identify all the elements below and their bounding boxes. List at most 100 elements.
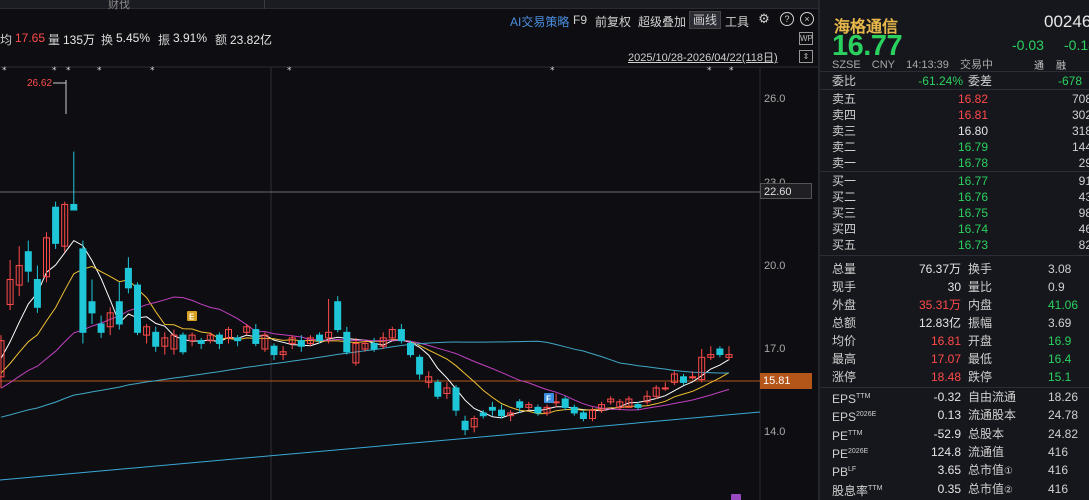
candle-down <box>24 251 32 272</box>
stat-row: 总额 12.83亿 振幅 3.69 <box>820 315 1089 331</box>
marker-e: E <box>189 313 195 322</box>
fundamental-row: EPSTTM -0.32 自由流通 18.26 <box>820 389 1089 406</box>
marker-f: F <box>546 395 551 404</box>
fundamental-superscript: LF <box>848 466 857 474</box>
candle-down <box>88 301 96 314</box>
bid-price: 16.77 <box>957 174 988 188</box>
candle-down <box>579 412 587 420</box>
candle-down <box>270 345 278 356</box>
price-tag-current-line: 15.81 <box>760 373 812 389</box>
bid-price: 16.76 <box>957 190 988 204</box>
bid-level-label: 买四 <box>832 222 857 236</box>
event-marker: * <box>2 66 7 76</box>
stat-label: 跌停 <box>968 370 993 384</box>
candle-down <box>416 356 424 375</box>
fundamental-label: PE2026E <box>832 446 869 461</box>
fundamental-value: 416 <box>1048 481 1069 496</box>
candlestick-plot[interactable]: * * * * * * * * *26.62EF <box>0 0 818 500</box>
bid-volume: 43 <box>1078 190 1089 204</box>
weicha-label: 委差 <box>968 74 993 88</box>
ask-price: 16.78 <box>957 156 988 170</box>
stat-value: 17.07 <box>930 352 961 366</box>
fundamental-label: 流通值 <box>968 444 1005 459</box>
event-marker: * <box>550 66 555 76</box>
stat-value: 35.31万 <box>918 298 961 312</box>
candle-down <box>134 284 141 333</box>
ask-volume: 318 <box>1071 124 1089 138</box>
weibi-row: 委比 -61.24% 委差 -678 <box>820 73 1089 89</box>
candle-down <box>488 406 496 411</box>
candle-down <box>461 420 469 431</box>
candle-down <box>33 279 41 308</box>
bid-volume: 82 <box>1078 238 1089 252</box>
candle-down <box>343 331 351 353</box>
fundamental-value: 3.65 <box>937 463 961 478</box>
divider <box>820 255 1089 256</box>
candle-down <box>124 267 132 289</box>
fundamental-label: 总市值① <box>968 463 1013 478</box>
fundamental-value: 0.13 <box>937 408 961 423</box>
stat-row: 现手 30 量比 0.9 <box>820 279 1089 295</box>
candle-down <box>297 340 305 347</box>
candle-down <box>498 409 505 417</box>
candle-up <box>661 387 669 390</box>
bid-volume: 46 <box>1078 222 1089 236</box>
stat-row: 涨停 18.48 跌停 15.1 <box>820 369 1089 385</box>
stat-label: 最低 <box>968 352 993 366</box>
fundamental-value: 416 <box>1048 463 1069 478</box>
candle-down <box>561 398 569 408</box>
quote-time: 14:13:39 <box>906 59 949 71</box>
stat-value: 16.81 <box>930 334 961 348</box>
candle-down <box>397 329 405 342</box>
fundamental-value: 0.35 <box>937 481 961 496</box>
candle-down <box>516 401 524 408</box>
fundamental-value: 24.82 <box>1048 426 1079 441</box>
info-circle-icon: ② <box>1004 484 1013 496</box>
bid-row: 买四 16.74 46 <box>820 221 1089 237</box>
bid-level-label: 买五 <box>832 238 857 252</box>
stat-value: 3.69 <box>1048 316 1072 330</box>
fundamental-label: 总股本 <box>968 426 1005 441</box>
candle-down <box>407 342 414 356</box>
kline-chart-panel[interactable]: 财伐 AI交易策略 F9 前复权 超级叠加 画线 工具 ⚙ ? × 均 17.6… <box>0 0 818 500</box>
candle-down <box>234 337 242 342</box>
bid-level-label: 买一 <box>832 174 857 188</box>
event-marker: * <box>287 66 292 76</box>
stat-label: 开盘 <box>968 334 993 348</box>
bid-volume: 98 <box>1078 206 1089 220</box>
stat-label: 内盘 <box>968 298 993 312</box>
ask-level-label: 卖二 <box>832 140 857 154</box>
stat-label: 现手 <box>832 280 857 294</box>
divider <box>820 71 1089 72</box>
stat-value: 15.1 <box>1048 370 1072 384</box>
fundamental-label: 流通股本 <box>968 408 1017 423</box>
stat-label: 均价 <box>832 334 857 348</box>
ask-row: 卖二 16.79 144 <box>820 139 1089 155</box>
fundamental-superscript: TTM <box>868 484 883 492</box>
fundamental-label: PBLF <box>832 465 857 480</box>
candle-down <box>434 381 442 397</box>
fundamental-value: 124.8 <box>930 444 961 459</box>
stat-label: 振幅 <box>968 316 993 330</box>
stat-label: 换手 <box>968 262 993 276</box>
bid-price: 16.74 <box>957 222 988 236</box>
quote-panel: 海格通信 00246 16.77 -0.03 -0.18 SZSE CNY 14… <box>818 0 1089 500</box>
candle-down <box>680 376 687 383</box>
bid-level-label: 买三 <box>832 206 857 220</box>
divider <box>820 89 1089 90</box>
event-marker: * <box>707 66 712 76</box>
fundamental-superscript: 2026E <box>848 447 869 455</box>
stat-label: 总额 <box>832 316 857 330</box>
ask-level-label: 卖四 <box>832 108 857 122</box>
fundamental-superscript: TTM <box>848 429 863 437</box>
candle-down <box>570 406 578 414</box>
divider <box>820 171 1089 172</box>
fundamental-row: PETTM -52.9 总股本 24.82 <box>820 426 1089 443</box>
trend-line <box>0 411 761 481</box>
fundamental-superscript: 2026E <box>856 411 877 419</box>
stat-value: 12.83亿 <box>918 316 961 330</box>
candle-down <box>215 334 223 344</box>
ask-level-label: 卖三 <box>832 124 857 138</box>
y-tick-20: 20.0 <box>764 260 786 272</box>
ask-volume: 144 <box>1071 140 1089 154</box>
